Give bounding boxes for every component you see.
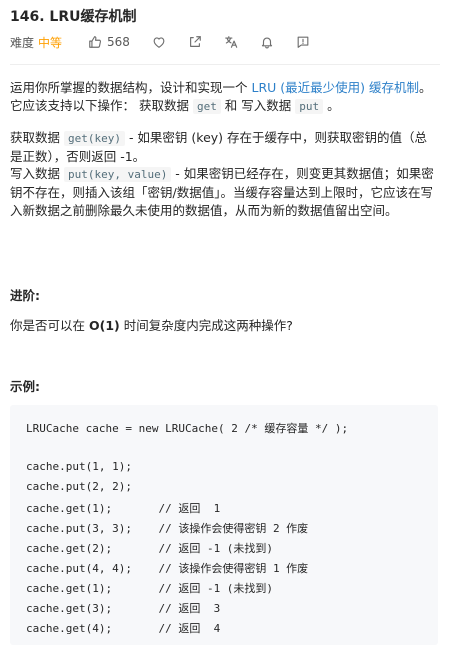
intro-text-3: 和 写入数据 [220,98,296,114]
get-text-1: 获取数据 [10,130,64,145]
notify-button[interactable] [260,35,274,49]
lru-link[interactable]: LRU (最近最少使用) 缓存机制 [251,80,419,95]
favorite-button[interactable] [152,35,166,49]
code-line: cache.put(4, 4); // 该操作会使得密钥 1 作废 [26,562,309,575]
difficulty-badge: 中等 [38,35,63,50]
share-button[interactable] [188,35,202,49]
followup-complexity: O(1) [88,318,120,333]
code-line: cache.put(2, 2); [26,480,132,493]
followup-text: 你是否可以在 O(1) 时间复杂度内完成这两种操作? [10,315,293,334]
heart-icon [153,37,165,48]
description-get: 获取数据 get(key) - 如果密钥 (key) 存在于缓存中，则获取密钥的… [10,129,438,166]
thumbs-up-icon [89,36,102,48]
followup-text-2: 时间复杂度内完成这两种操作? [119,318,293,333]
code-put-key-value: put(key, value) [63,167,172,182]
translate-button[interactable] [224,35,238,49]
feedback-icon [297,36,309,48]
translate-icon [225,36,238,48]
header-divider [10,64,440,65]
feedback-button[interactable] [296,35,310,49]
problem-meta-bar: 难度 中等 568 [10,33,332,51]
example-code-block: LRUCache cache = new LRUCache( 2 /* 缓存容量… [10,405,438,645]
problem-title: 146. LRU缓存机制 [10,9,137,25]
like-count: 568 [107,35,130,49]
put-text-1: 写入数据 [10,166,64,181]
code-put: put [295,99,324,115]
followup-heading: 进阶: [10,288,40,303]
followup-text-1: 你是否可以在 [10,318,89,333]
description-put: 写入数据 put(key, value) - 如果密钥已经存在，则变更其数据值；… [10,165,438,221]
code-line: cache.get(2); // 返回 -1 (未找到) [26,542,274,555]
code-line: cache.put(1, 1); [26,460,132,473]
description-intro: 运用你所掌握的数据结构，设计和实现一个 LRU (最近最少使用) 缓存机制。它应… [10,79,438,116]
code-line: cache.get(3); // 返回 3 [26,602,221,615]
like-button[interactable]: 568 [88,35,130,49]
difficulty-label: 难度 [10,35,35,50]
code-line: cache.put(3, 3); // 该操作会使得密钥 2 作废 [26,522,309,535]
code-line: cache.get(4); // 返回 4 [26,622,221,635]
share-icon [189,36,201,47]
code-line: LRUCache cache = new LRUCache( 2 /* 缓存容量… [26,422,349,435]
intro-text-4: 。 [323,98,340,114]
code-get: get [192,99,221,115]
code-line: cache.get(1); // 返回 -1 (未找到) [26,582,274,595]
intro-text-1: 运用你所掌握的数据结构，设计和实现一个 [10,80,252,95]
code-get-key: get(key) [63,131,125,146]
example-heading: 示例: [10,379,40,394]
bell-icon [261,37,273,49]
code-line: cache.get(1); // 返回 1 [26,502,221,515]
